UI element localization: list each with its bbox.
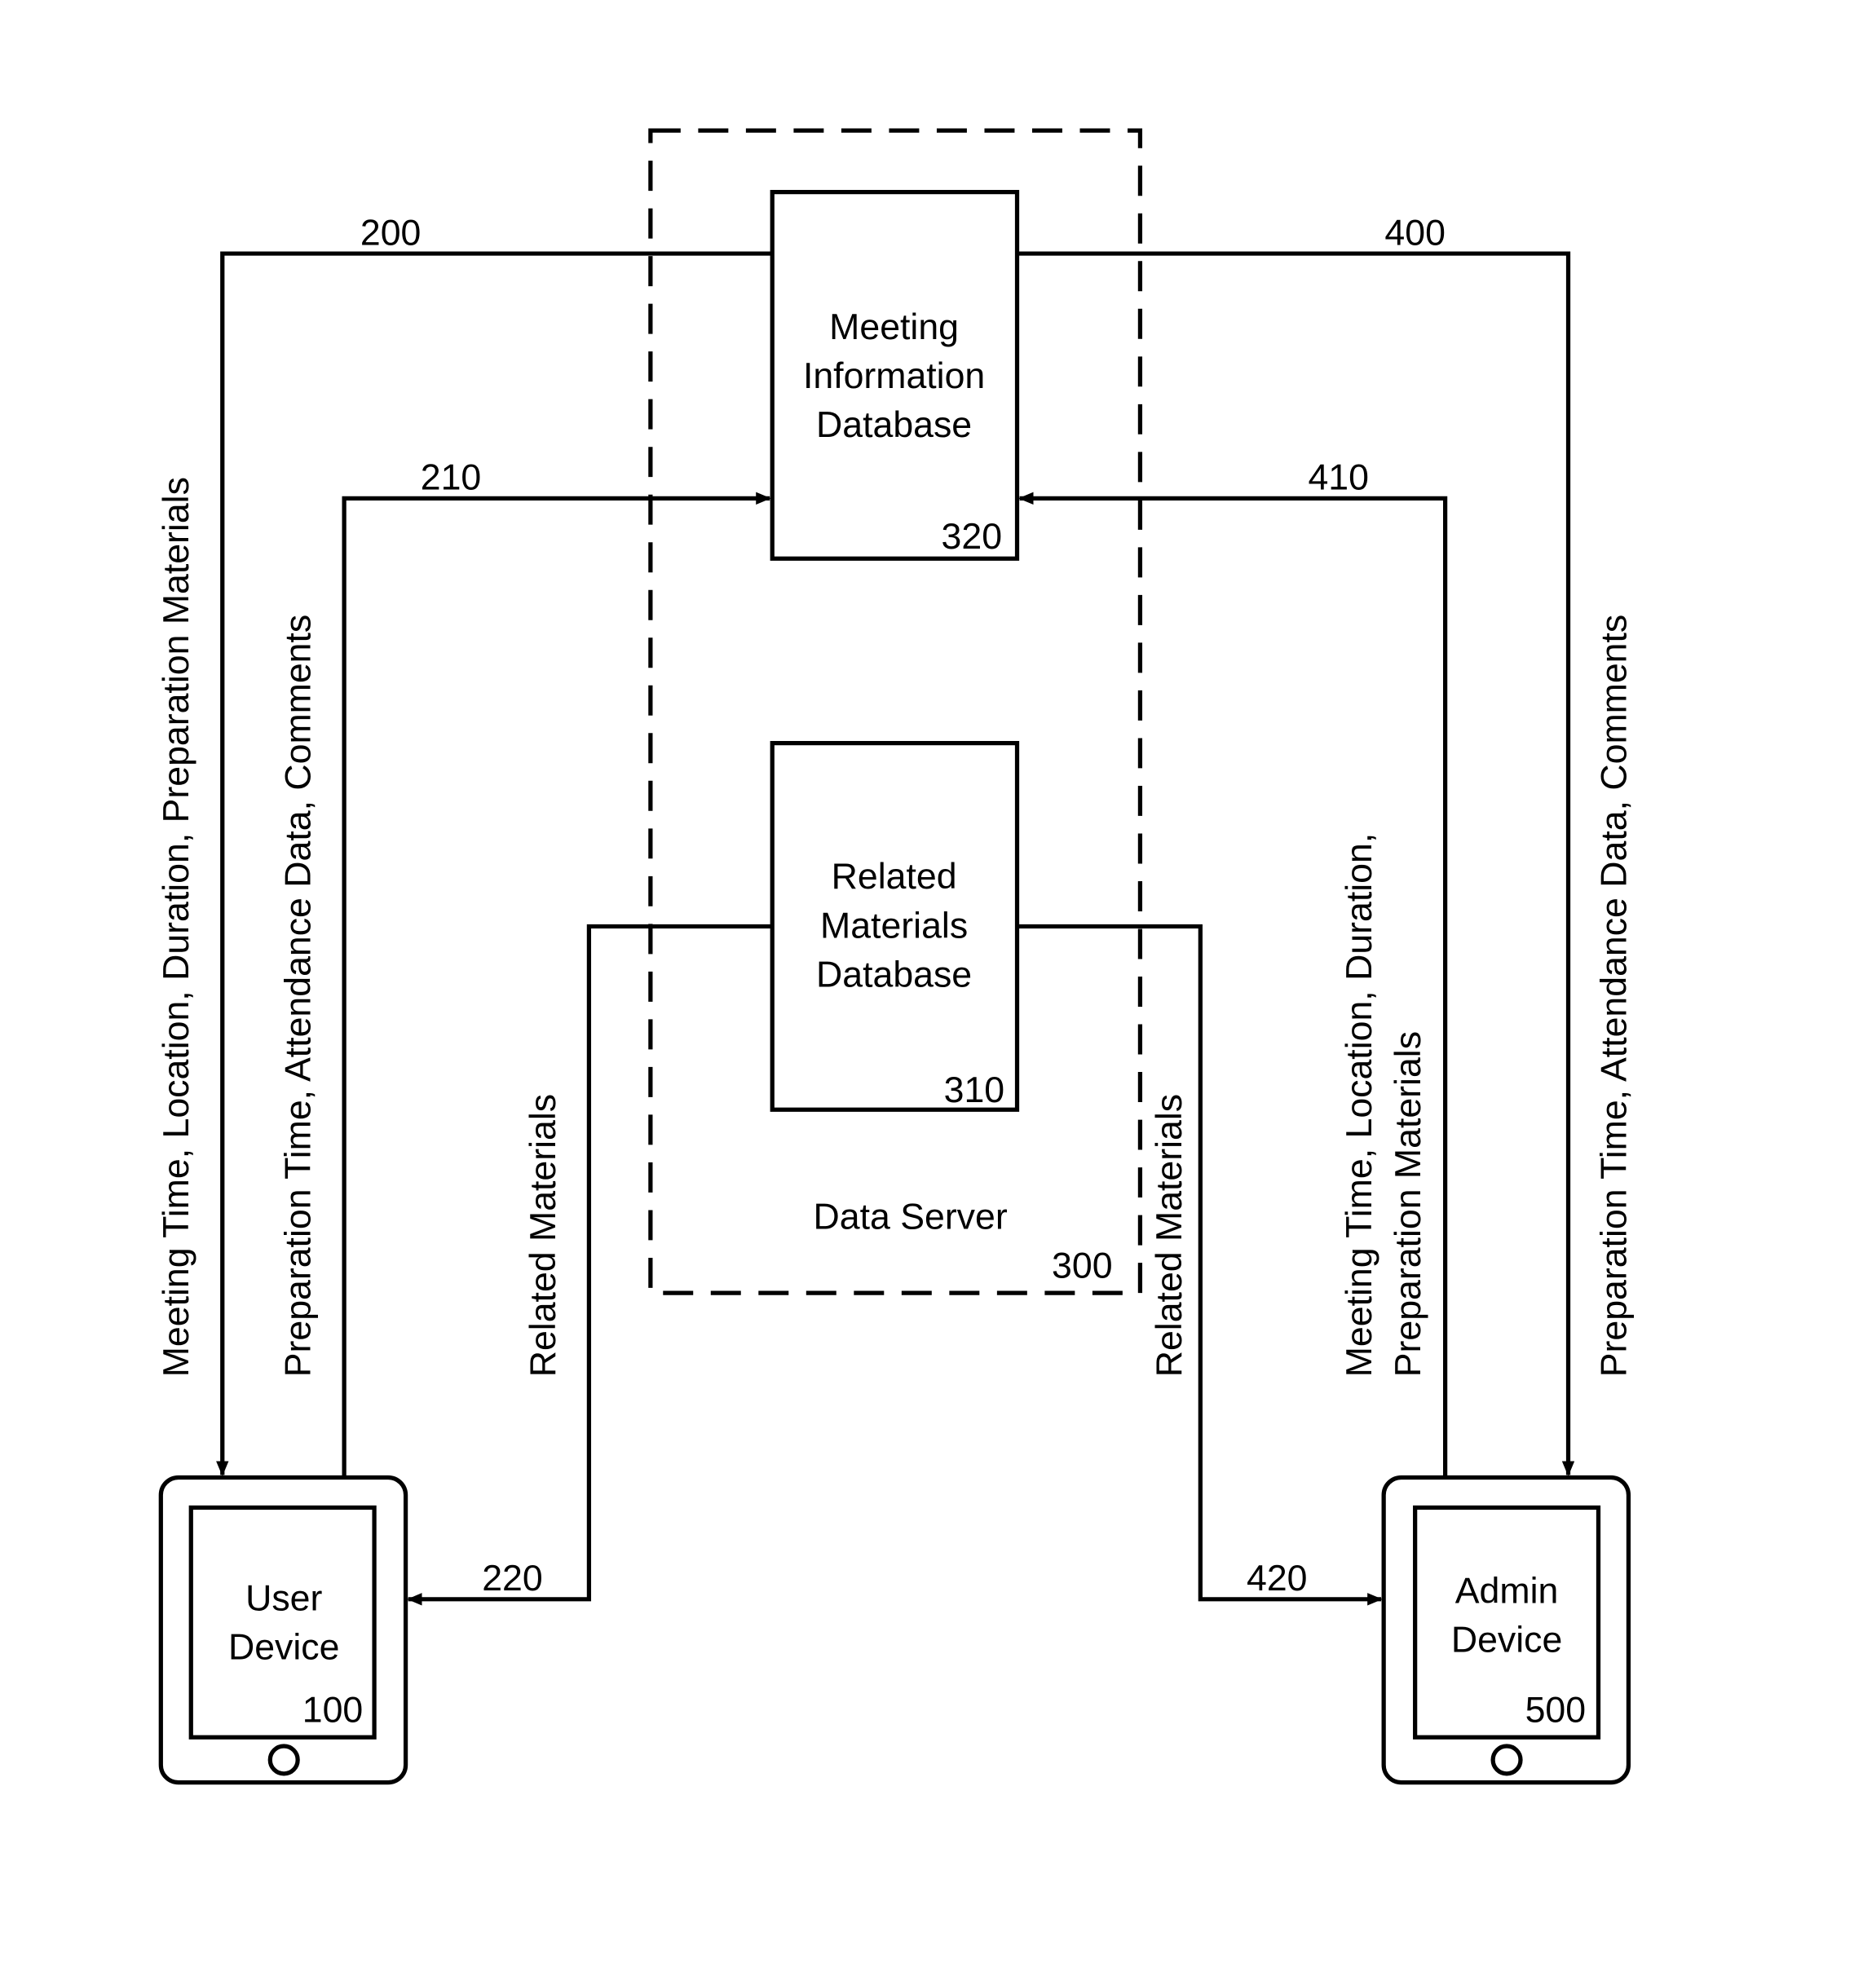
admin-device-ref: 500 [1525,1691,1586,1731]
admin-device-line2: Device [1451,1620,1562,1660]
related-db-ref: 310 [944,1070,1004,1110]
admin-device-line1: Admin [1455,1571,1559,1611]
flow-200-ref: 200 [360,213,421,253]
meeting-db-ref: 320 [942,517,1002,557]
admin-device: Admin Device 500 [1381,1475,1631,1785]
user-device: User Device 100 [158,1475,408,1785]
flow-200-label: Meeting Time, Location, Duration, Prepar… [157,477,196,1377]
user-device-line2: Device [228,1628,339,1668]
related-db-line1: Related [832,857,957,897]
flow-210-label: Preparation Time, Attendance Data, Comme… [279,615,319,1377]
meeting-db-line3: Database [816,405,972,445]
flow-220-ref: 220 [482,1559,542,1599]
flow-400-ref: 400 [1384,213,1445,253]
flow-420-label: Related Materials [1150,1094,1190,1377]
data-server-ref: 300 [1052,1246,1112,1286]
flow-400-label: Preparation Time, Attendance Data, Comme… [1594,615,1634,1377]
related-db-line3: Database [816,955,972,995]
flow-410-ref: 410 [1308,458,1368,498]
meeting-db-line1: Meeting [829,307,959,347]
data-server-label: Data Server [814,1197,1008,1237]
meeting-db-line2: Information [803,356,985,396]
user-device-line1: User [245,1579,322,1619]
flow-420-ref: 420 [1247,1559,1307,1599]
flow-210-ref: 210 [421,458,481,498]
user-device-ref: 100 [302,1691,363,1731]
flow-220-label: Related Materials [523,1094,563,1377]
patent-diagram: Data Server 300 Meeting Information Data… [157,128,1634,1785]
flow-220-arrow [407,924,773,1606]
flow-410-arrow [1018,492,1448,1478]
related-db-line2: Materials [820,906,968,946]
flow-410-label-line2: Preparation Materials [1388,1031,1428,1377]
flow-410-label-line1: Meeting Time, Location, Duration, [1340,833,1379,1377]
